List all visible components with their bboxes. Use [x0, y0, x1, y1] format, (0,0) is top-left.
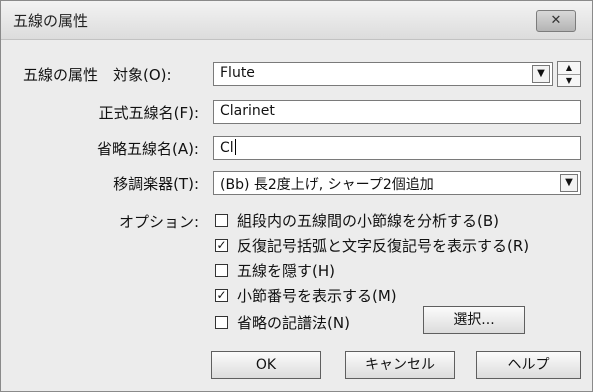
transpose-select[interactable]: (Bb) 長2度上げ, シャープ2個追加 ▼ [213, 171, 581, 195]
full-name-input[interactable]: Clarinet [213, 100, 581, 124]
ok-button[interactable]: OK [211, 351, 321, 379]
target-label: 五線の属性 対象(O): [23, 66, 172, 84]
close-icon: ✕ [550, 13, 562, 28]
spin-up-icon[interactable]: ▲ [558, 62, 580, 74]
option-hide-staff-label[interactable]: 五線を隠す(H) [237, 260, 335, 281]
checkbox-hide-staff[interactable] [215, 264, 228, 277]
checkbox-analyze-barlines[interactable] [215, 214, 228, 227]
abbr-name-value: Cl [220, 140, 234, 156]
option-analyze-barlines-label[interactable]: 組段内の五線間の小節線を分析する(B) [237, 210, 499, 231]
transpose-value: (Bb) 長2度上げ, シャープ2個追加 [220, 177, 434, 193]
cancel-button[interactable]: キャンセル [345, 351, 455, 379]
target-dropdown-button[interactable]: ▼ [532, 65, 550, 83]
spin-down-icon[interactable]: ▼ [558, 74, 580, 87]
transpose-dropdown-button[interactable]: ▼ [560, 174, 578, 192]
target-value: Flute [220, 65, 255, 81]
option-abbreviated-notation-label[interactable]: 省略の記譜法(N) [237, 312, 350, 333]
chevron-down-icon: ▼ [565, 177, 573, 188]
close-button[interactable]: ✕ [536, 10, 576, 32]
abbr-name-label: 省略五線名(A): [96, 140, 199, 158]
option-show-repeats-label[interactable]: 反復記号括弧と文字反復記号を表示する(R) [237, 235, 529, 256]
dialog-title: 五線の属性 [13, 12, 89, 30]
target-spinner[interactable]: ▲ ▼ [557, 61, 581, 87]
dialog-window: 五線の属性 ✕ 五線の属性 対象(O): Flute ▼ ▲ ▼ 正式五線名(F… [0, 0, 593, 392]
chevron-down-icon: ▼ [537, 68, 545, 79]
target-select[interactable]: Flute ▼ [213, 62, 553, 86]
checkbox-show-measure-numbers[interactable]: ✓ [215, 289, 228, 302]
full-name-value: Clarinet [220, 103, 275, 119]
checkbox-show-repeats[interactable]: ✓ [215, 239, 228, 252]
options-label: オプション: [118, 213, 199, 231]
text-caret [234, 139, 236, 155]
option-show-measure-numbers-label[interactable]: 小節番号を表示する(M) [237, 285, 397, 306]
title-bar[interactable]: 五線の属性 ✕ [1, 1, 592, 40]
checkbox-abbreviated-notation[interactable] [215, 316, 228, 329]
full-name-label: 正式五線名(F): [98, 104, 199, 122]
help-button[interactable]: ヘルプ [476, 351, 581, 379]
transpose-label: 移調楽器(T): [113, 175, 199, 193]
abbr-name-input[interactable]: Cl [213, 136, 581, 160]
select-button[interactable]: 選択... [423, 306, 525, 334]
